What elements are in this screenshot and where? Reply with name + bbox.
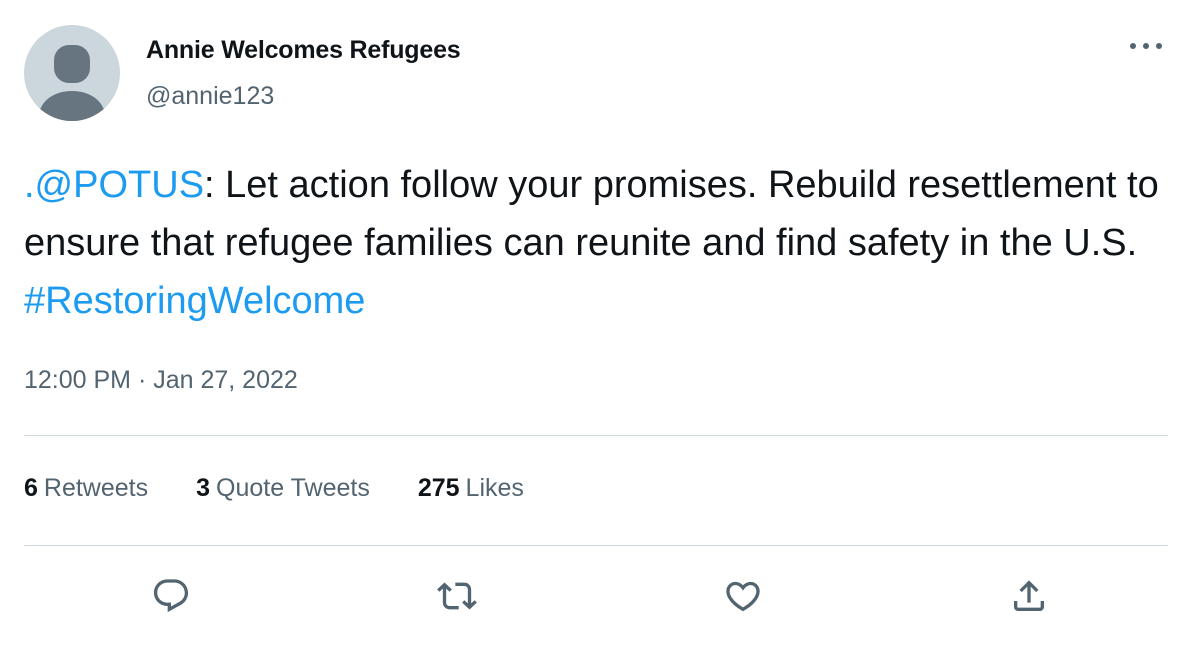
- likes-label: Likes: [465, 474, 524, 502]
- tweet-timestamp: 12:00 PM · Jan 27, 2022: [24, 366, 298, 395]
- tweet-actions: [24, 568, 1168, 624]
- likes-count: 275: [417, 474, 460, 502]
- likes-stat[interactable]: 275 Likes: [418, 474, 524, 503]
- reply-button[interactable]: [143, 568, 199, 624]
- like-button[interactable]: [715, 568, 771, 624]
- retweet-icon: [437, 582, 477, 610]
- quote-tweets-count: 3: [196, 474, 211, 502]
- share-icon: [1014, 580, 1044, 611]
- heart-icon: [726, 581, 760, 612]
- more-dots-icon: [1130, 43, 1162, 49]
- share-button[interactable]: [1001, 568, 1057, 624]
- default-profile-icon: [38, 45, 106, 121]
- quote-tweets-stat[interactable]: 3 Quote Tweets: [196, 474, 370, 503]
- mention-link[interactable]: .@POTUS: [24, 164, 204, 206]
- tweet-time[interactable]: 12:00 PM: [24, 366, 131, 394]
- retweets-count: 6: [24, 474, 38, 502]
- timestamp-separator: ·: [131, 366, 154, 394]
- avatar[interactable]: [24, 25, 120, 121]
- divider: [24, 545, 1168, 546]
- divider: [24, 435, 1168, 436]
- tweet-date[interactable]: Jan 27, 2022: [153, 366, 298, 394]
- retweets-label: Retweets: [43, 474, 149, 502]
- hashtag-link[interactable]: #RestoringWelcome: [24, 280, 365, 322]
- more-options-button[interactable]: [1124, 26, 1168, 66]
- retweet-button[interactable]: [429, 568, 485, 624]
- tweet-stats: 6 Retweets 3 Quote Tweets 275 Likes: [24, 474, 572, 503]
- quote-tweets-label: Quote Tweets: [216, 474, 370, 502]
- author-handle[interactable]: @annie123: [146, 82, 274, 111]
- author-display-name[interactable]: Annie Welcomes Refugees: [146, 36, 461, 65]
- tweet-text: .@POTUS: Let action follow your promises…: [24, 156, 1174, 330]
- reply-icon: [153, 579, 189, 613]
- retweets-stat[interactable]: 6 Retweets: [24, 474, 148, 503]
